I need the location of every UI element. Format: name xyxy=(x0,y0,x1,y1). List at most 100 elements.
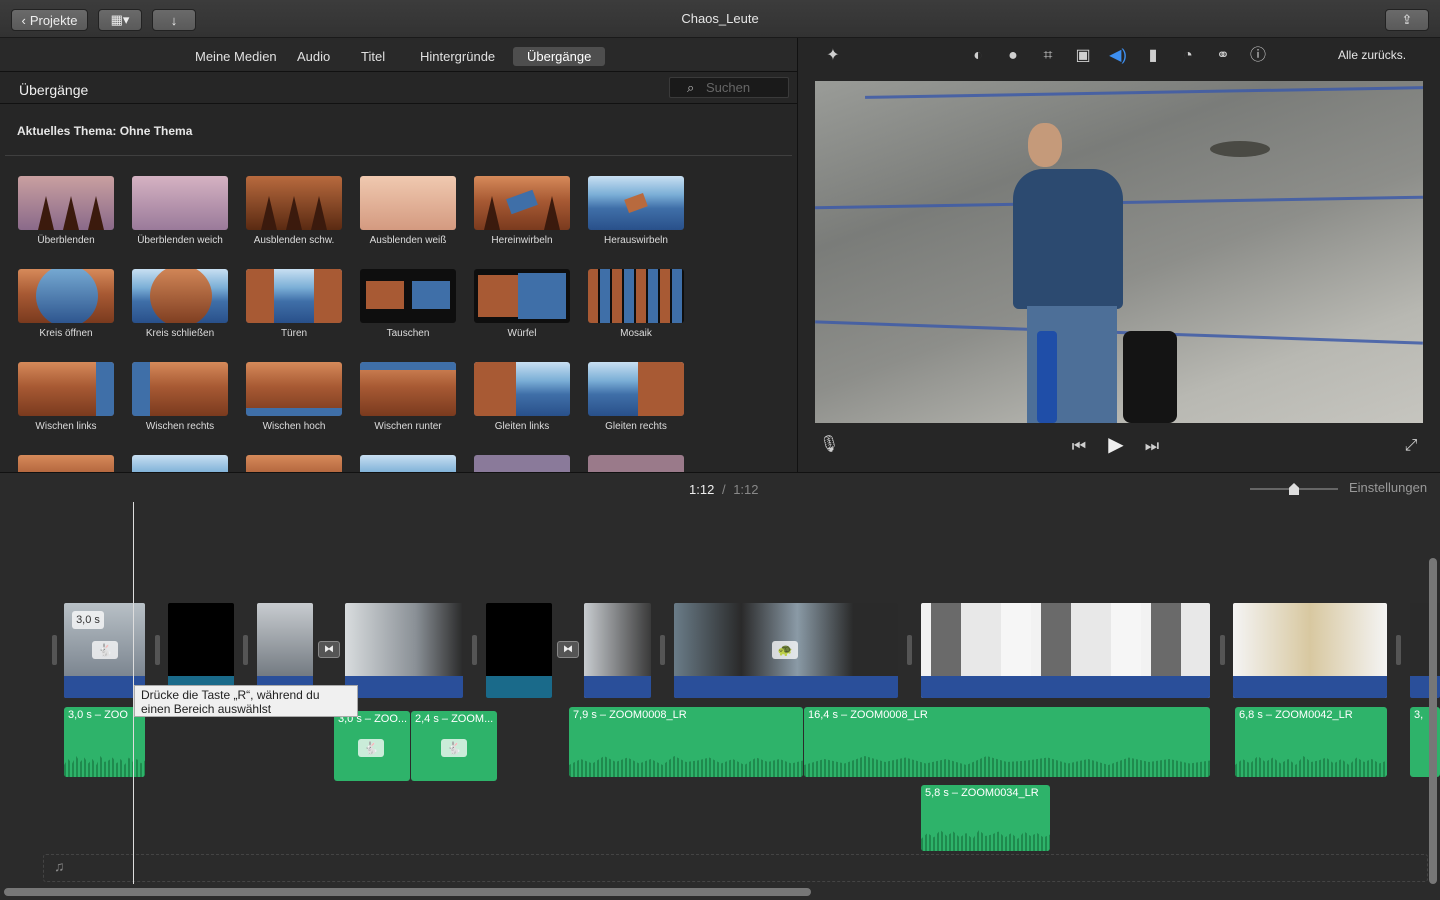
settings-button[interactable]: Einstellungen xyxy=(1349,480,1427,495)
transition-mosaik[interactable]: Mosaik xyxy=(588,269,684,339)
transition-wischen-rechts[interactable]: Wischen rechts xyxy=(132,362,228,432)
viewer-toolbar: ✦ ◐ ● ⌗ ▣ ◀) ▮ ◔ ⚭ ⓘ Alle zurücks. xyxy=(799,38,1440,72)
transition-label: Tauschen xyxy=(386,328,430,339)
microphone-icon[interactable]: 🎙 xyxy=(819,435,839,455)
transition-ausblenden-weiss[interactable]: Ausblenden weiß xyxy=(360,176,456,246)
search-icon: ⌕ xyxy=(687,80,695,95)
clip-gap-handle[interactable] xyxy=(1220,635,1225,665)
court-line xyxy=(865,86,1423,99)
volume-icon[interactable]: ◀) xyxy=(1108,46,1128,66)
clip-gap-handle[interactable] xyxy=(52,635,57,665)
video-clip[interactable] xyxy=(257,603,313,698)
skip-back-icon[interactable]: ⏮ xyxy=(1069,437,1089,457)
crop-icon[interactable]: ⌗ xyxy=(1038,46,1058,66)
clip-gap-handle[interactable] xyxy=(1396,635,1401,665)
transition-gleiten-links[interactable]: Gleiten links xyxy=(474,362,570,432)
vertical-scrollbar[interactable] xyxy=(1429,558,1437,884)
share-icon: ⇪ xyxy=(1401,12,1413,27)
transition-wischen-runter[interactable]: Wischen runter xyxy=(360,362,456,432)
video-clip[interactable] xyxy=(584,603,651,698)
video-clip[interactable] xyxy=(345,603,463,698)
video-clip[interactable] xyxy=(486,603,552,698)
transition-wuerfel[interactable]: Würfel xyxy=(474,269,570,339)
equalizer-icon[interactable]: ▮ xyxy=(1143,46,1163,66)
transition-herauswirbeln[interactable]: Herauswirbeln xyxy=(588,176,684,246)
transition-thumbnail[interactable] xyxy=(132,455,228,472)
magic-wand-icon[interactable]: ✦ xyxy=(823,46,843,66)
transition-thumbnail[interactable] xyxy=(474,455,570,472)
audio-clip[interactable]: 16,4 s – ZOOM0008_LR xyxy=(804,707,1210,777)
audio-clip[interactable]: 3,0 s – ZOO... 🐇 xyxy=(334,711,410,781)
transition-marker-icon[interactable]: ⧓ xyxy=(318,641,340,658)
transition-kreis-schliessen[interactable]: Kreis schließen xyxy=(132,269,228,339)
audio-waveform xyxy=(569,756,803,777)
search-input[interactable]: ⌕ Suchen xyxy=(669,77,789,98)
transition-ueberblenden[interactable]: Überblenden xyxy=(18,176,114,246)
clip-gap-handle[interactable] xyxy=(907,635,912,665)
main-toolbar: ‹ Projekte ▦▾ ↓ Chaos_Leute ⇪ xyxy=(0,0,1440,38)
clip-gap-handle[interactable] xyxy=(660,635,665,665)
fullscreen-icon[interactable]: ⤢ xyxy=(1401,436,1421,456)
color-palette-icon[interactable]: ● xyxy=(1003,46,1023,66)
transition-thumbnail xyxy=(360,362,456,416)
music-note-icon: ♫ xyxy=(54,858,65,874)
video-clip[interactable]: 🐢 xyxy=(674,603,898,698)
timeline[interactable]: 3,0 s 🐇 ⧓ ⧓ 🐢 3,0 s – ZOO 3,0 s – ZOO...… xyxy=(0,502,1440,900)
video-clip[interactable] xyxy=(168,603,234,698)
info-icon[interactable]: ⓘ xyxy=(1248,46,1268,66)
transition-hereinwirbeln[interactable]: Hereinwirbeln xyxy=(474,176,570,246)
transition-thumbnail[interactable] xyxy=(18,455,114,472)
audio-clip[interactable]: 2,4 s – ZOOM... 🐇 xyxy=(411,711,497,781)
person-bag xyxy=(1123,331,1177,423)
music-track[interactable]: ♫ xyxy=(43,854,1428,882)
audio-clip[interactable]: 6,8 s – ZOOM0042_LR xyxy=(1235,707,1387,777)
rabbit-icon: 🐇 xyxy=(92,641,118,659)
transition-thumbnail[interactable] xyxy=(360,455,456,472)
transition-marker-icon[interactable]: ⧓ xyxy=(557,641,579,658)
reset-all-button[interactable]: Alle zurücks. xyxy=(1338,48,1406,62)
stabilization-icon[interactable]: ▣ xyxy=(1073,46,1093,66)
transition-gleiten-rechts[interactable]: Gleiten rechts xyxy=(588,362,684,432)
clip-gap-handle[interactable] xyxy=(472,635,477,665)
transition-ueberblenden-weich[interactable]: Überblenden weich xyxy=(132,176,228,246)
transition-thumbnail xyxy=(474,269,570,323)
transition-thumbnail xyxy=(132,269,228,323)
transition-thumbnail[interactable] xyxy=(246,455,342,472)
transition-kreis-oeffnen[interactable]: Kreis öffnen xyxy=(18,269,114,339)
transition-thumbnail xyxy=(474,362,570,416)
transition-wischen-hoch[interactable]: Wischen hoch xyxy=(246,362,342,432)
transition-ausblenden-schwarz[interactable]: Ausblenden schw. xyxy=(246,176,342,246)
audio-waveform xyxy=(921,830,1050,851)
search-placeholder: Suchen xyxy=(706,80,751,95)
video-clip[interactable] xyxy=(921,603,1210,698)
speed-icon[interactable]: ◔ xyxy=(1178,46,1198,66)
transition-wischen-links[interactable]: Wischen links xyxy=(18,362,114,432)
share-button[interactable]: ⇪ xyxy=(1385,9,1429,31)
browser-subheader: Übergänge ⌕ Suchen xyxy=(0,72,797,104)
audio-clip[interactable]: 7,9 s – ZOOM0008_LR xyxy=(569,707,803,777)
skip-forward-icon[interactable]: ⏭ xyxy=(1142,437,1162,457)
transition-thumbnail[interactable] xyxy=(588,455,684,472)
video-clip[interactable] xyxy=(1233,603,1387,698)
tab-audio[interactable]: Audio xyxy=(283,47,344,66)
transition-label: Hereinwirbeln xyxy=(491,235,553,246)
content-browser: Meine Medien Audio Titel Hintergründe Üb… xyxy=(0,38,798,472)
transition-tueren[interactable]: Türen xyxy=(246,269,342,339)
tab-titel[interactable]: Titel xyxy=(347,47,399,66)
manhole xyxy=(1210,141,1270,157)
clip-gap-handle[interactable] xyxy=(155,635,160,665)
tab-uebergaenge[interactable]: Übergänge xyxy=(513,47,606,66)
audio-clip[interactable]: 5,8 s – ZOOM0034_LR xyxy=(921,785,1050,851)
horizontal-scrollbar[interactable] xyxy=(4,888,811,896)
transition-tauschen[interactable]: Tauschen xyxy=(360,269,456,339)
tab-meine-medien[interactable]: Meine Medien xyxy=(181,47,291,66)
transition-thumbnail xyxy=(18,362,114,416)
zoom-slider-thumb[interactable] xyxy=(1289,483,1299,495)
transition-label: Wischen runter xyxy=(374,421,442,432)
play-icon[interactable]: ▶ xyxy=(1106,435,1126,455)
clip-gap-handle[interactable] xyxy=(243,635,248,665)
color-balance-icon[interactable]: ◐ xyxy=(968,46,988,66)
tab-hintergruende[interactable]: Hintergründe xyxy=(406,47,509,66)
overlay-icon[interactable]: ⚭ xyxy=(1213,46,1233,66)
audio-waveform xyxy=(804,756,1210,777)
